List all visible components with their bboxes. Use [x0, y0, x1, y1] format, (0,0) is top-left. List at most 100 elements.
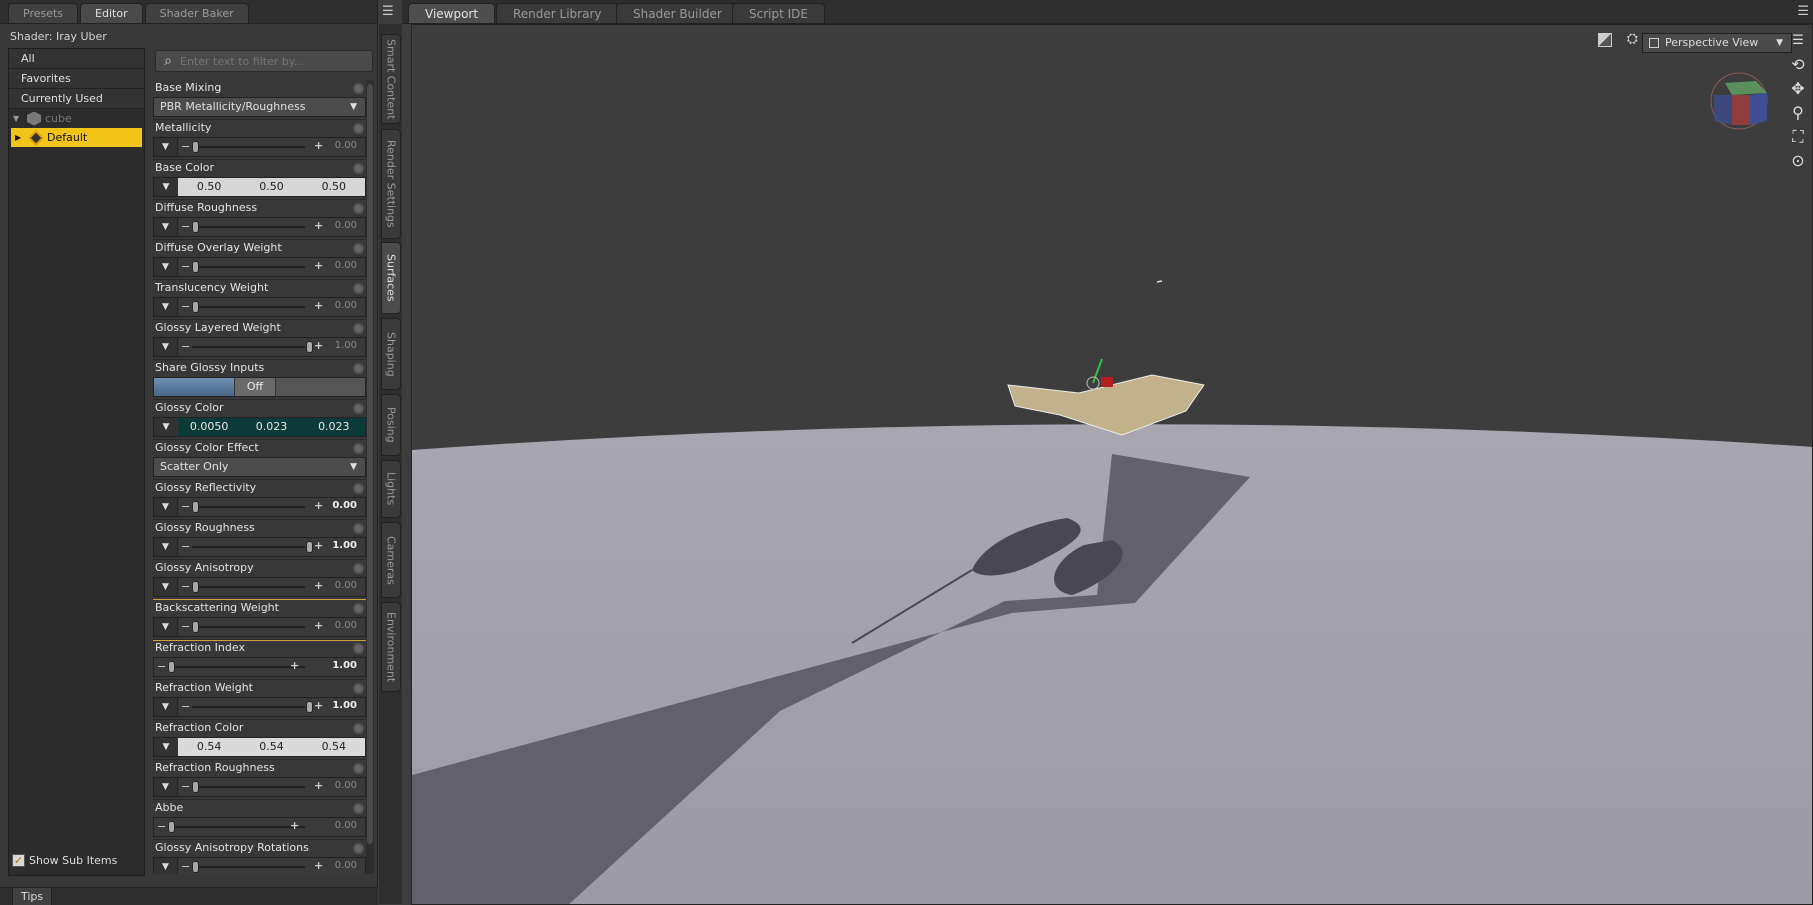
slider-track[interactable]: − +0.00: [178, 858, 365, 874]
slider-knob[interactable]: [192, 221, 199, 233]
gear-icon[interactable]: [353, 803, 364, 814]
filter-all[interactable]: All: [9, 49, 144, 69]
plus-icon[interactable]: +: [314, 299, 323, 312]
filter-input[interactable]: [180, 54, 360, 68]
property-slider[interactable]: ▼ − +0.00: [153, 617, 366, 637]
vtab-surfaces[interactable]: Surfaces: [381, 242, 401, 314]
slider-value[interactable]: 0.00: [335, 780, 357, 791]
property-scrollbar[interactable]: [366, 80, 374, 874]
slider-value[interactable]: 1.00: [332, 660, 357, 671]
slider-track[interactable]: − +1.00: [178, 698, 365, 716]
tab-shader-baker[interactable]: Shader Baker: [144, 3, 249, 23]
vtab-environment[interactable]: Environment: [381, 602, 401, 692]
minus-icon[interactable]: −: [181, 700, 190, 713]
gear-icon[interactable]: [353, 763, 364, 774]
slider-value[interactable]: 0.00: [335, 220, 357, 231]
color-channel[interactable]: 0.0050: [178, 418, 241, 436]
property-slider[interactable]: ▼ − +0.00: [153, 137, 366, 157]
minus-icon[interactable]: −: [157, 820, 166, 833]
viewport-menu-icon[interactable]: ☰: [1797, 4, 1809, 19]
property-dropdown[interactable]: Scatter Only ▼: [153, 457, 366, 477]
transform-gizmo-red[interactable]: [1101, 377, 1113, 387]
slider-track[interactable]: − +0.00: [178, 618, 365, 636]
property-slider[interactable]: ▼ − +0.00: [153, 777, 366, 797]
gear-icon[interactable]: [353, 443, 364, 454]
slider-knob[interactable]: [168, 661, 175, 673]
vtab-cameras[interactable]: Cameras: [381, 522, 401, 598]
minus-icon[interactable]: −: [181, 620, 190, 633]
slider-track[interactable]: − +1.00: [154, 658, 365, 676]
slider-track[interactable]: − +0.00: [178, 218, 365, 236]
vtab-render-settings[interactable]: Render Settings: [381, 129, 401, 239]
slider-value[interactable]: 0.00: [335, 860, 357, 871]
slider-knob[interactable]: [192, 581, 199, 593]
slider-knob[interactable]: [306, 541, 313, 553]
property-slider[interactable]: ▼ − +1.00: [153, 537, 366, 557]
minus-icon[interactable]: −: [181, 540, 190, 553]
minus-icon[interactable]: −: [157, 660, 166, 673]
tab-presets[interactable]: Presets: [8, 3, 79, 23]
slider-track[interactable]: − +0.00: [178, 298, 365, 316]
slider-knob[interactable]: [192, 501, 199, 513]
plus-icon[interactable]: +: [314, 779, 323, 792]
tab-render-library[interactable]: Render Library: [496, 3, 619, 23]
vtab-smart-content[interactable]: Smart Content: [381, 34, 401, 124]
gear-icon[interactable]: [353, 243, 364, 254]
camera-select-icon[interactable]: ⛭: [1627, 31, 1638, 47]
slider-knob[interactable]: [192, 781, 199, 793]
frame-icon[interactable]: ⛶: [1788, 127, 1808, 147]
chevron-down-icon[interactable]: ▼: [154, 698, 178, 716]
chevron-down-icon[interactable]: ▼: [154, 218, 178, 236]
minus-icon[interactable]: −: [181, 860, 190, 873]
gear-icon[interactable]: [353, 323, 364, 334]
chevron-down-icon[interactable]: ▼: [154, 858, 178, 874]
gear-icon[interactable]: [353, 123, 364, 134]
gear-icon[interactable]: [353, 83, 364, 94]
slider-value[interactable]: 0.00: [335, 820, 357, 831]
plus-icon[interactable]: +: [314, 139, 323, 152]
panel-menu-icon[interactable]: ☰: [382, 4, 394, 19]
plus-icon[interactable]: +: [290, 659, 299, 672]
chevron-down-icon[interactable]: ▼: [154, 538, 178, 556]
gear-icon[interactable]: [353, 683, 364, 694]
gear-icon[interactable]: [353, 723, 364, 734]
scene-render[interactable]: [412, 25, 1813, 905]
gear-icon[interactable]: [353, 603, 364, 614]
vtab-lights[interactable]: Lights: [381, 460, 401, 518]
vtab-posing[interactable]: Posing: [381, 394, 401, 456]
color-channel[interactable]: 0.54: [240, 738, 303, 756]
scrollbar-thumb[interactable]: [367, 84, 373, 844]
chevron-down-icon[interactable]: ▼: [154, 778, 178, 796]
minus-icon[interactable]: −: [181, 140, 190, 153]
property-slider[interactable]: ▼ − +0.00: [153, 857, 366, 874]
slider-value[interactable]: 0.00: [332, 500, 357, 511]
chevron-down-icon[interactable]: ▼: [154, 498, 178, 516]
minus-icon[interactable]: −: [181, 300, 190, 313]
slider-value[interactable]: 0.00: [335, 580, 357, 591]
chevron-down-icon[interactable]: ▼: [154, 178, 178, 196]
expand-arrow-icon[interactable]: ▼: [13, 109, 23, 128]
property-slider[interactable]: ▼ − +0.00: [153, 297, 366, 317]
show-sub-items[interactable]: ✓ Show Sub Items: [12, 854, 117, 867]
chevron-down-icon[interactable]: ▼: [154, 138, 178, 156]
slider-value[interactable]: 0.00: [335, 140, 357, 151]
chevron-down-icon[interactable]: ▼: [154, 258, 178, 276]
toggle-label[interactable]: Off: [234, 378, 276, 396]
minus-icon[interactable]: −: [181, 500, 190, 513]
slider-value[interactable]: 0.00: [335, 620, 357, 631]
plus-icon[interactable]: +: [290, 819, 299, 832]
gear-icon[interactable]: [353, 483, 364, 494]
tab-shader-builder[interactable]: Shader Builder: [616, 3, 739, 23]
slider-knob[interactable]: [192, 261, 199, 273]
property-slider[interactable]: ▼ − +1.00: [153, 337, 366, 357]
toggle-on-area[interactable]: [154, 378, 234, 396]
chevron-down-icon[interactable]: ▼: [154, 618, 178, 636]
slider-knob[interactable]: [192, 861, 199, 873]
slider-knob[interactable]: [192, 141, 199, 153]
chevron-down-icon[interactable]: ▼: [154, 418, 178, 436]
property-slider[interactable]: ▼ − +0.00: [153, 497, 366, 517]
property-slider[interactable]: − +0.00: [153, 817, 366, 837]
chevron-down-icon[interactable]: ▼: [154, 298, 178, 316]
viewport-3d[interactable]: ⛭ Perspective View ▼ ☰ ⟲ ✥ ⚲ ⛶ ⊙: [411, 24, 1813, 905]
plus-icon[interactable]: +: [314, 339, 323, 352]
